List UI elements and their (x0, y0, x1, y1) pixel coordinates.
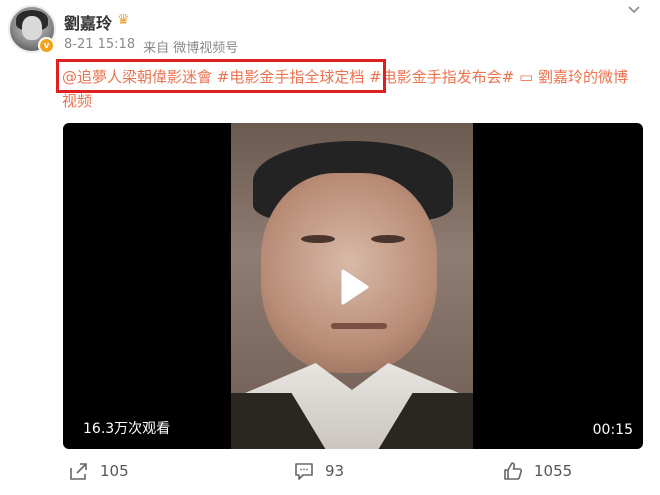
action-bar: 105 93 1055 (0, 458, 660, 488)
post-meta: 8-21 15:18 来自 微博视频号 (64, 37, 238, 56)
share-count: 105 (100, 462, 129, 480)
hashtag-2[interactable]: #电影金手指发布会# (369, 68, 514, 86)
video-link-icon: ▭ (519, 68, 534, 86)
like-button[interactable]: 1055 (502, 458, 572, 484)
comment-icon (295, 463, 313, 480)
comment-button[interactable]: 93 (293, 458, 344, 484)
share-icon (70, 463, 87, 480)
post-source[interactable]: 来自 微博视频号 (143, 37, 238, 56)
verified-badge: v (38, 37, 55, 54)
view-count: 16.3万次观看 (83, 421, 171, 437)
username[interactable]: 劉嘉玲 (64, 10, 112, 34)
thumbs-up-icon (504, 462, 523, 480)
like-count: 1055 (534, 462, 573, 480)
chevron-down-icon[interactable] (626, 2, 642, 18)
share-button[interactable]: 105 (68, 458, 129, 484)
comment-count: 93 (325, 462, 345, 480)
post-time[interactable]: 8-21 15:18 (64, 37, 135, 56)
crown-icon: ♛ (117, 12, 130, 28)
play-button[interactable] (325, 259, 381, 315)
play-icon (341, 269, 369, 305)
video-duration: 00:15 (592, 422, 633, 438)
highlight-annotation (56, 59, 386, 93)
video-player[interactable]: 16.3万次观看 00:15 (63, 123, 643, 449)
